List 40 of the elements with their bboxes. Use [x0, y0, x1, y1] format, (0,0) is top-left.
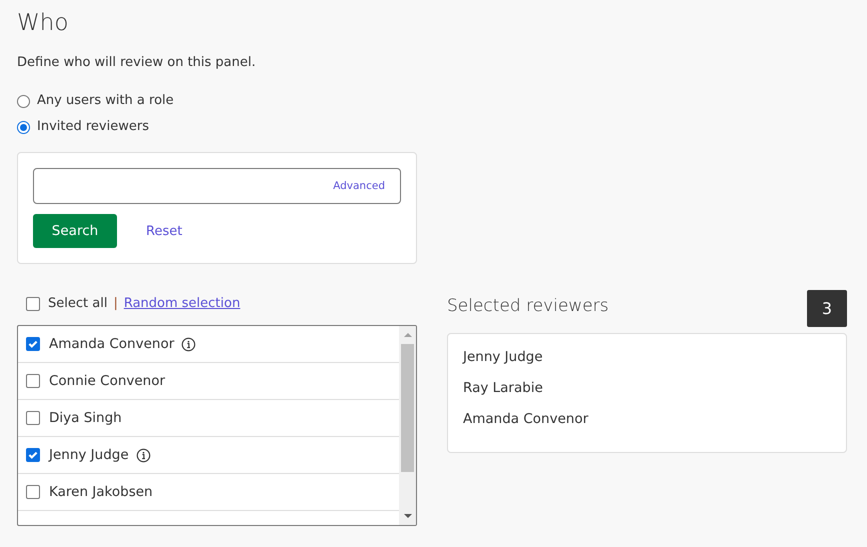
radio-button[interactable]	[17, 120, 30, 134]
user-checkbox[interactable]	[26, 374, 40, 388]
user-checkbox[interactable]	[26, 337, 40, 351]
user-row[interactable]: Jenny Judge	[18, 437, 399, 474]
user-name: Connie Convenor	[49, 373, 166, 389]
radio-label: Any users with a role	[37, 92, 174, 110]
user-name: Jenny Judge	[49, 447, 129, 463]
advanced-link[interactable]: Advanced	[333, 180, 385, 192]
user-row[interactable]: Karen Jakobsen	[18, 474, 399, 511]
scrollbar[interactable]	[399, 326, 416, 525]
reviewer-name: Amanda Convenor	[463, 411, 590, 427]
separator: |	[113, 296, 118, 312]
user-checkbox[interactable]	[26, 411, 40, 425]
radio-label: Invited reviewers	[37, 118, 149, 136]
reset-link[interactable]: Reset	[146, 224, 182, 238]
search-field[interactable]: Advanced	[33, 168, 401, 204]
panel-heading: Selected reviewers	[447, 296, 609, 316]
select-all-checkbox[interactable]	[26, 297, 40, 311]
user-name: Diya Singh	[49, 410, 122, 426]
scroll-down-arrow-icon[interactable]	[404, 513, 412, 519]
random-selection-link[interactable]: Random selection	[124, 296, 240, 312]
user-checkbox[interactable]	[26, 448, 40, 462]
description-text: Define who will review on this panel.	[17, 55, 257, 71]
scrollbar-thumb[interactable]	[401, 344, 414, 472]
user-row[interactable]: Diya Singh	[18, 400, 399, 437]
user-checkbox[interactable]	[26, 485, 40, 499]
radio-button[interactable]	[17, 94, 30, 108]
user-row[interactable]: Amanda Convenor	[18, 326, 399, 363]
info-icon[interactable]	[181, 336, 196, 352]
reviewer-name: Ray Larabie	[463, 380, 544, 396]
user-row[interactable]: Connie Convenor	[18, 363, 399, 400]
info-icon[interactable]	[136, 448, 151, 462]
user-name: Amanda Convenor	[49, 336, 174, 352]
count-badge: 3	[807, 290, 847, 327]
reviewer-name: Jenny Judge	[463, 349, 544, 365]
user-name: Karen Jakobsen	[49, 484, 153, 500]
scroll-up-arrow-icon[interactable]	[404, 332, 412, 338]
search-button[interactable]: Search	[33, 214, 117, 248]
select-all-label: Select all	[48, 296, 108, 312]
section-heading: Who	[17, 9, 70, 38]
